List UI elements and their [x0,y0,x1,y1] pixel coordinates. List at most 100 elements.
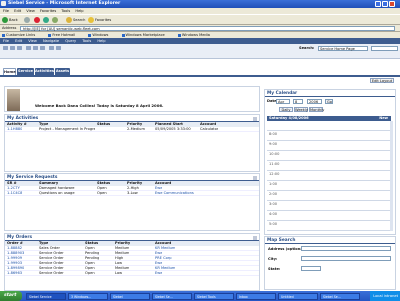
app-menu-help[interactable]: Help [97,39,105,43]
address-input[interactable]: http://[IE] for [AU] semantic-web.fleet.… [20,25,395,31]
time-slot[interactable]: 4:00 [267,211,391,221]
panel-menu-icon[interactable] [253,116,257,121]
app-menu-navigate[interactable]: Navigate [43,39,59,43]
delete-icon[interactable] [40,46,45,50]
map-search-panel: Map Search Address (optional): City: Sta… [264,236,396,290]
time-slot[interactable] [267,121,391,131]
state-field-label: State: [268,267,281,271]
time-slot[interactable]: 12:00 [267,171,391,181]
tab-service[interactable]: Service [17,68,34,75]
panel-menu-icon[interactable] [253,175,257,180]
search-input[interactable] [371,45,398,51]
time-slot[interactable]: 3:00 [267,201,391,211]
welcome-panel: Welcome Back Dana Collins! Today is Satu… [4,86,260,112]
menu-help[interactable]: Help [75,9,83,13]
system-tray: Local intranet [370,291,400,301]
welcome-message: Welcome Back Dana Collins! Today is Satu… [35,103,164,108]
order-id-link[interactable]: 1-86963 [7,271,22,276]
user-photo [7,89,20,111]
app-menu-view[interactable]: View [28,39,37,43]
year-select[interactable]: 2006 [307,99,322,104]
tab-assets[interactable]: Assets [55,68,70,75]
table-row[interactable]: 1-1H880 Project - Management In Progress… [5,127,259,132]
daily-view-button[interactable]: Daily [279,107,293,112]
refresh-button[interactable] [43,17,50,24]
taskbar-item[interactable]: 3 Windows... [68,292,108,300]
menu-file[interactable]: File [3,9,9,13]
link-icon [121,33,125,37]
save-icon[interactable] [33,46,38,50]
city-field-label: City: [268,257,278,261]
day-select[interactable]: 8 [293,99,303,104]
taskbar-item[interactable]: Siebel Tools [194,292,234,300]
new-record-icon[interactable] [26,46,31,50]
favorites-button[interactable]: Favorites [88,17,111,24]
weekly-view-button[interactable]: Weekly [294,107,308,112]
app-menu-edit[interactable]: Edit [15,39,22,43]
calendar-title: My Calendar [265,90,395,97]
link-windows[interactable]: Windows [88,33,114,37]
maximize-button[interactable] [382,1,388,7]
search-scope-select[interactable]: Service Home Page [318,45,368,51]
order-account-link[interactable]: Ewe [155,271,162,276]
taskbar-item[interactable]: Untitled [278,292,318,300]
menu-favorites[interactable]: Favorites [40,9,56,13]
edit-layout-button[interactable]: Edit Layout [370,78,394,83]
go-button[interactable]: Go [325,99,333,104]
start-button[interactable]: start [0,291,22,301]
table-row[interactable]: 1-1C4C8 Questions on usage Open 3-Low Ew… [5,191,259,196]
forward-icon[interactable] [10,46,15,50]
menu-tools[interactable]: Tools [61,9,70,13]
monthly-view-button[interactable]: Monthly [309,107,324,112]
activity-id-link[interactable]: 1-1H880 [7,127,22,132]
sr-id-link[interactable]: 1-1C4C8 [7,191,22,196]
query-icon[interactable] [49,46,54,50]
order-status: Open [85,271,95,275]
back-icon[interactable] [3,46,8,50]
panel-menu-icon[interactable] [253,235,257,240]
calendar-scrollbar[interactable] [390,121,393,231]
taskbar-item[interactable]: Siebel Se... [320,292,360,300]
time-slot[interactable]: 11:00 [267,161,391,171]
month-select[interactable]: Apr [276,99,290,104]
tab-home[interactable]: Home [3,68,16,75]
menu-view[interactable]: View [26,9,35,13]
taskbar-item[interactable]: Siebel [110,292,150,300]
link-media[interactable]: Windows Media [177,33,216,37]
time-slot[interactable]: 1:00 [267,181,391,191]
time-slot[interactable]: 9:00 [267,141,391,151]
time-slot[interactable]: 8:00 [267,131,391,141]
print-icon[interactable] [56,46,61,50]
time-slot[interactable]: 10:00 [267,151,391,161]
taskbar-item[interactable]: Siebel Service [26,292,66,300]
activity-type: Project - Management In Progress [39,127,95,131]
tab-activities[interactable]: Activities [35,68,54,75]
app-menu-query[interactable]: Query [65,39,76,43]
app-menu-tools[interactable]: Tools [82,39,91,43]
city-field[interactable] [301,256,391,261]
address-field[interactable] [301,246,391,251]
app-menu-file[interactable]: File [3,39,9,43]
taskbar-item[interactable]: Inbox [236,292,276,300]
time-slot[interactable]: 2:00 [267,191,391,201]
table-row[interactable]: 1-86963 Service Order Open Low Ewe [5,271,259,276]
sr-account-link[interactable]: Ewe Communications [155,191,194,196]
activities-panel: My Activities Activity # Type Status Pri… [4,114,260,172]
search-button[interactable]: Search [66,17,85,24]
menu-edit[interactable]: Edit [14,9,21,13]
link-marketplace[interactable]: Windows Marketplace [121,33,171,37]
back-button[interactable]: Back [2,17,18,24]
stop-button[interactable] [34,17,41,24]
link-customize[interactable]: Customize Links [2,33,41,37]
close-button[interactable] [389,1,395,7]
forward-button[interactable] [24,17,31,24]
minimize-button[interactable] [375,1,381,7]
history-icon[interactable] [17,46,22,50]
state-field[interactable] [301,266,321,271]
taskbar-item[interactable]: Siebel Se... [152,292,192,300]
link-icon [48,33,52,37]
tab-divider [0,75,400,77]
link-hotmail[interactable]: Free Hotmail [48,33,81,37]
time-slot[interactable]: 5:00 [267,221,391,231]
home-button[interactable] [52,17,59,24]
